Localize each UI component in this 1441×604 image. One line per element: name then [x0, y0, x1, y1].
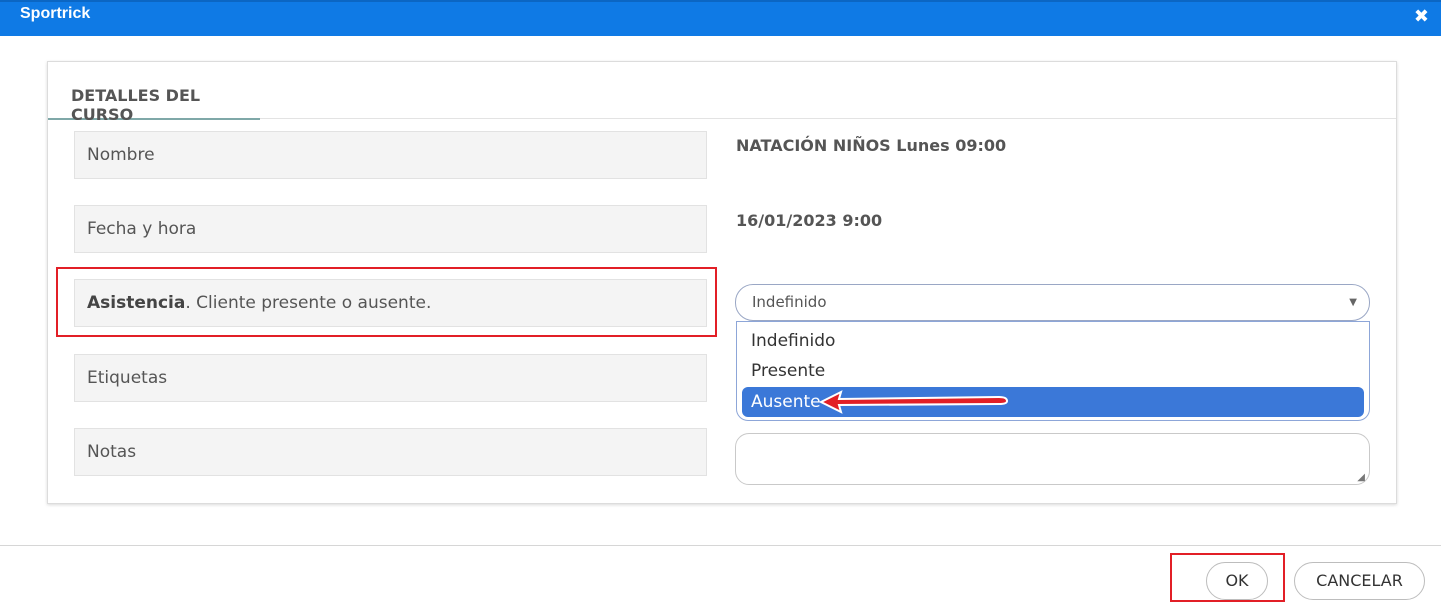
- asistencia-dropdown: Indefinido Presente Ausente: [736, 321, 1370, 421]
- notas-textarea[interactable]: ◢: [735, 433, 1370, 485]
- etiquetas-label: Etiquetas: [74, 354, 707, 402]
- fecha-value: 16/01/2023 9:00: [736, 211, 883, 230]
- tab-detalles-del-curso[interactable]: DETALLES DEL CURSO: [48, 62, 260, 124]
- card-header: DETALLES DEL CURSO: [48, 62, 1396, 124]
- option-indefinido[interactable]: Indefinido: [742, 326, 1364, 356]
- tab-label: DETALLES DEL CURSO: [71, 86, 201, 124]
- ok-highlight-box: [1170, 553, 1285, 602]
- arrow-pointer-icon: [818, 390, 1009, 414]
- nombre-value: NATACIÓN NIÑOS Lunes 09:00: [736, 136, 1007, 155]
- resize-handle-icon[interactable]: ◢: [1357, 472, 1365, 483]
- close-icon[interactable]: ✖: [1414, 6, 1429, 27]
- asistencia-highlight-box: [56, 267, 717, 337]
- title-bar: Sportrick ✖: [0, 0, 1441, 36]
- nombre-label: Nombre: [74, 131, 707, 179]
- option-presente[interactable]: Presente: [742, 356, 1364, 386]
- fecha-label: Fecha y hora: [74, 205, 707, 253]
- chevron-down-icon: ▼: [1349, 297, 1357, 308]
- footer-divider: [0, 545, 1441, 546]
- asistencia-select[interactable]: Indefinido ▼: [735, 284, 1370, 321]
- course-details-card: DETALLES DEL CURSO Nombre NATACIÓN NIÑOS…: [47, 61, 1397, 504]
- cancel-button[interactable]: CANCELAR: [1294, 562, 1425, 600]
- asistencia-selected-value: Indefinido: [752, 293, 827, 311]
- notas-label: Notas: [74, 428, 707, 476]
- window-title: Sportrick: [20, 5, 91, 22]
